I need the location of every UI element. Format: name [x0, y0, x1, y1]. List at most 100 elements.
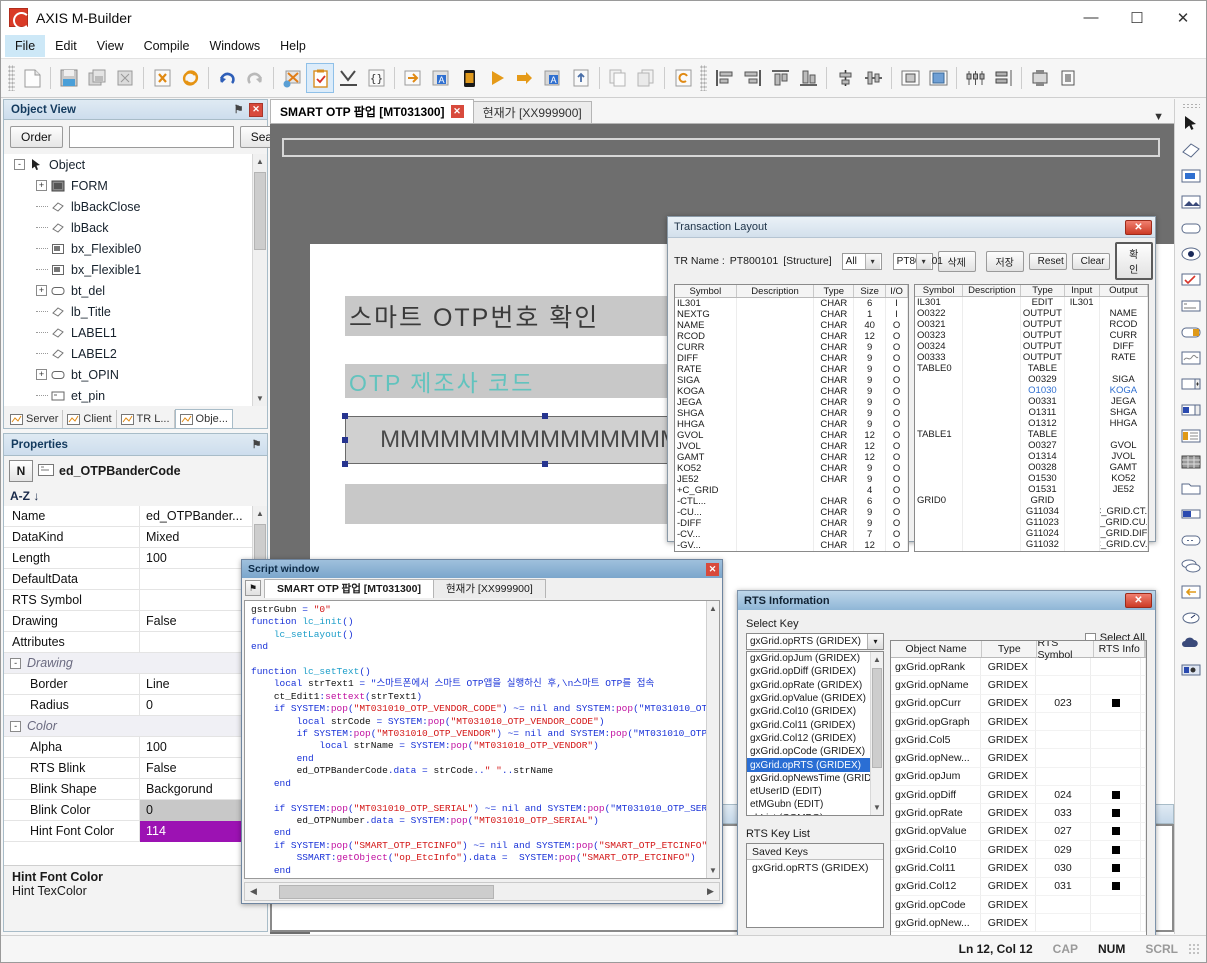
resize-grip[interactable] [1188, 943, 1200, 955]
key-list-item[interactable]: gxGrid.Col12 (GRIDEX) [747, 732, 883, 745]
code-editor[interactable]: gstrGubn = "0" function lc_init() lc_set… [244, 600, 720, 879]
align-right-icon[interactable] [738, 63, 766, 93]
chart-icon[interactable] [334, 63, 362, 93]
close-icon[interactable]: ✕ [706, 562, 719, 576]
rts-table-row[interactable]: gxGrid.Col5 GRIDEX [891, 731, 1146, 750]
column-header[interactable]: Symbol [675, 285, 737, 297]
grid-row[interactable]: G11023 C_GRID.CU... [915, 517, 1148, 528]
key-list-item[interactable]: gxGrid.opDiff (GRIDEX) [747, 665, 883, 678]
grid-row[interactable]: NEXTG CHAR 1 I [675, 309, 908, 320]
column-header[interactable]: Description [963, 285, 1022, 296]
link-icon[interactable] [278, 63, 306, 93]
grid-row[interactable]: O0329 SIGA [915, 374, 1148, 385]
script-tab[interactable]: 현재가 [XX999900] [433, 578, 546, 598]
tr-select[interactable]: PT800101 [892, 252, 943, 270]
column-header[interactable]: Object Name [891, 641, 983, 657]
save-as-icon[interactable] [111, 63, 139, 93]
maximize-button[interactable]: ☐ [1114, 1, 1160, 34]
grid-row[interactable]: HHGA CHAR 9 O [675, 419, 908, 430]
column-header[interactable]: Input [1065, 285, 1100, 296]
image-box-icon[interactable] [1177, 163, 1205, 188]
property-row-hint-font-color[interactable]: Hint Font Color114… [4, 820, 267, 842]
scroll-up-icon[interactable]: ▲ [253, 506, 267, 521]
scroll-up-icon[interactable]: ▲ [253, 154, 267, 170]
key-list-item[interactable]: etUserID (EDIT) [747, 785, 883, 798]
minimize-button[interactable]: — [1068, 1, 1114, 34]
column-header[interactable]: Type [982, 641, 1038, 657]
progress-icon[interactable] [1177, 501, 1205, 526]
edit-icon[interactable] [1177, 293, 1205, 318]
grid-row[interactable]: O1314 JVOL [915, 451, 1148, 462]
scribble-icon[interactable] [1177, 345, 1205, 370]
arrow-box-icon[interactable] [1177, 579, 1205, 604]
tree-item-object[interactable]: - Object [4, 154, 267, 175]
property-value[interactable]: 114 [139, 820, 248, 842]
script-tab[interactable]: SMART OTP 팝업 [MT031300] [264, 578, 434, 598]
toolbox-grip[interactable] [1181, 103, 1200, 108]
tree-toggle-icon[interactable]: + [36, 369, 47, 381]
column-header[interactable]: I/O [886, 285, 908, 297]
scroll-down-icon[interactable]: ▼ [871, 800, 883, 815]
object-view-tab-server[interactable]: Server [6, 410, 64, 428]
spin-edit-icon[interactable] [1177, 397, 1205, 422]
close-icon[interactable]: ✕ [450, 105, 464, 118]
android-export-icon[interactable]: A [427, 63, 455, 93]
key-list-item[interactable]: gxGrid.opRTS (GRIDEX) [747, 758, 883, 772]
rts-table-row[interactable]: gxGrid.opCode GRIDEX [891, 895, 1146, 915]
pin-icon[interactable]: ⚑ [245, 580, 261, 596]
column-header[interactable]: Output [1100, 285, 1148, 296]
property-row-color[interactable]: - Color [4, 716, 267, 737]
code-horizontal-scrollbar[interactable]: ◀ ▶ [244, 882, 720, 901]
space-vertical-icon[interactable] [961, 63, 989, 93]
cursor-icon[interactable] [1177, 111, 1205, 136]
property-row-border[interactable]: Border Line [4, 673, 267, 695]
grid-row[interactable]: IL301 EDIT IL301 [915, 297, 1148, 308]
group-toggle-icon[interactable]: - [10, 657, 21, 669]
ellipse-icon[interactable] [1177, 241, 1205, 266]
grid-icon[interactable] [1177, 449, 1205, 474]
column-header[interactable]: RTS Symbol [1037, 641, 1095, 661]
property-row-length[interactable]: Length 100 [4, 547, 267, 569]
clear-button[interactable]: Clear [1071, 252, 1110, 270]
tree-item-bx_flexible1[interactable]: bx_Flexible1 [4, 259, 267, 280]
menu-item-file[interactable]: File [5, 35, 46, 57]
redo-icon[interactable] [241, 63, 269, 93]
rts-information-window[interactable]: RTS Information ✕ Select All Select Key … [737, 590, 1156, 954]
reset-button[interactable]: Reset [1028, 252, 1067, 270]
ungroup-icon[interactable] [1054, 63, 1082, 93]
key-list-item[interactable]: etMGubn (EDIT) [747, 798, 883, 811]
rts-table-row[interactable]: gxGrid.Col12 GRIDEX 031 [891, 877, 1146, 896]
scroll-down-icon[interactable]: ▼ [707, 863, 719, 878]
tree-toggle-icon[interactable]: - [14, 159, 25, 171]
scroll-thumb[interactable] [254, 172, 266, 251]
center-horizontal-icon[interactable] [859, 63, 887, 93]
column-header[interactable]: Size [854, 285, 887, 297]
align-left-icon[interactable] [710, 63, 738, 93]
rts-table-row[interactable]: gxGrid.opJum GRIDEX [891, 767, 1146, 787]
code-vertical-scrollbar[interactable]: ▲ ▼ [706, 601, 719, 878]
save-icon[interactable] [55, 63, 83, 93]
grid-row[interactable]: O0324 OUTPUT DIFF [915, 341, 1148, 352]
rts-table-row[interactable]: gxGrid.opValue GRIDEX 027 [891, 822, 1146, 841]
column-header[interactable]: Symbol [915, 285, 964, 296]
center-vertical-icon[interactable] [831, 63, 859, 93]
menu-item-view[interactable]: View [87, 35, 134, 57]
clipboard-check-icon[interactable] [306, 63, 334, 93]
close-icon[interactable]: ✕ [1125, 219, 1152, 235]
sync-file-icon[interactable] [669, 63, 697, 93]
grid-row[interactable]: O0323 OUTPUT CURR [915, 330, 1148, 341]
grid-row[interactable]: KOGA CHAR 9 O [675, 386, 908, 397]
saved-key-item[interactable]: gxGrid.opRTS (GRIDEX) [747, 860, 883, 874]
grid-row[interactable]: O1311 SHGA [915, 407, 1148, 418]
key-list-item[interactable]: gxGrid.opValue (GRIDEX) [747, 692, 883, 705]
grid-row[interactable]: O1030 KOGA [915, 385, 1148, 396]
rts-table-row[interactable]: gxGrid.opDiff GRIDEX 024 [891, 786, 1146, 805]
grid-row[interactable]: JVOL CHAR 12 O [675, 441, 908, 452]
pin-icon[interactable]: ⚑ [232, 103, 245, 116]
same-height-icon[interactable] [896, 63, 924, 93]
property-value[interactable]: ed_OTPBander... [139, 506, 267, 527]
capsule-icon[interactable] [1177, 527, 1205, 552]
column-header[interactable]: Description [737, 285, 815, 297]
resize-handle-br[interactable] [542, 461, 548, 467]
save-all-icon[interactable] [83, 63, 111, 93]
